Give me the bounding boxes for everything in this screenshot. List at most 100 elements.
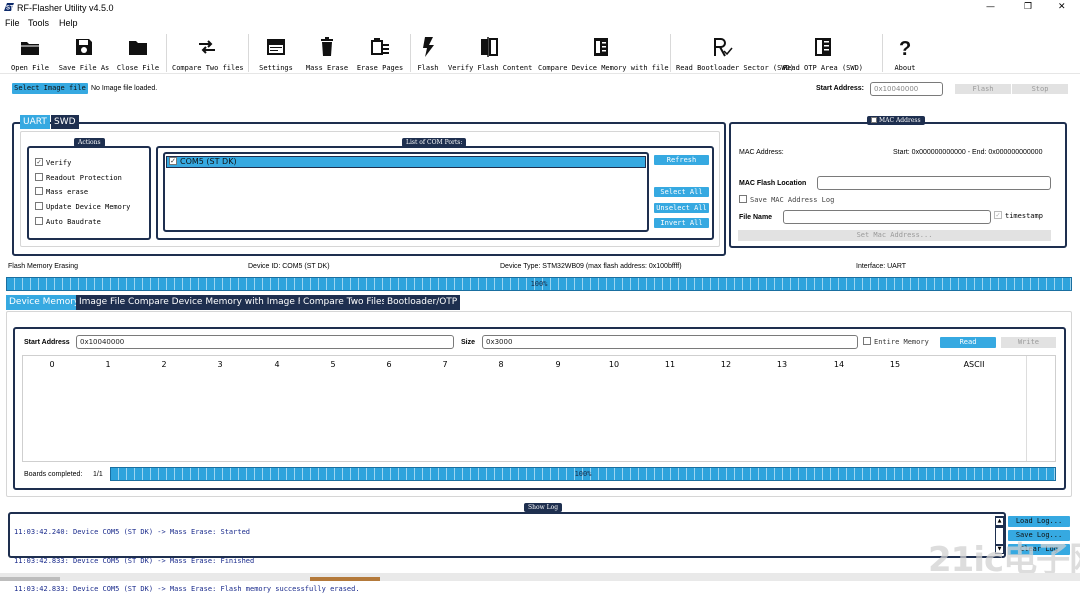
- checkbox-icon[interactable]: [863, 337, 871, 345]
- read-otp-area-button[interactable]: Read OTP Area (SWD): [770, 34, 876, 72]
- window-title: RF-Flasher Utility v4.5.0: [17, 3, 114, 13]
- menu-help[interactable]: Help: [59, 18, 78, 28]
- menu-tools[interactable]: Tools: [28, 18, 49, 28]
- boards-completed-value: 1/1: [93, 471, 103, 478]
- checkbox-icon[interactable]: ✓: [169, 156, 177, 165]
- read-otp-icon: [815, 38, 831, 56]
- hex-column-header: 6: [386, 360, 392, 369]
- read-bootloader-icon: [714, 38, 733, 57]
- erase-pages-button[interactable]: Erase Pages: [356, 34, 404, 72]
- hex-column-header: 10: [608, 360, 620, 369]
- checkbox-icon[interactable]: ✓: [35, 158, 43, 166]
- action-update-device-memory[interactable]: Update Device Memory: [35, 200, 130, 215]
- action-auto-baudrate[interactable]: Auto Baudrate: [35, 215, 130, 230]
- read-bootloader-sector-button[interactable]: Read Bootloader Sector (SWD): [676, 34, 794, 72]
- memory-hex-table: [22, 355, 1056, 462]
- interface-status: Interface: UART: [856, 263, 907, 270]
- main-tab-bar: Device Memory Image File Compare Device …: [6, 295, 1072, 311]
- mass-erase-button[interactable]: Mass Erase: [304, 34, 350, 72]
- read-button[interactable]: Read: [940, 337, 996, 348]
- maximize-button[interactable]: ❐: [1024, 2, 1032, 12]
- action-readout-protection[interactable]: Readout Protection: [35, 171, 130, 186]
- scroll-up-icon[interactable]: ▲: [996, 518, 1003, 525]
- checkbox-icon[interactable]: ✓: [994, 211, 1002, 219]
- action-mass-erase[interactable]: Mass erase: [35, 185, 130, 200]
- compare-device-memory-button[interactable]: Compare Device Memory with file: [538, 34, 669, 72]
- log-lines: 11:03:42.240: Device COM5 (ST DK) -> Mas…: [14, 513, 360, 604]
- checkbox-icon[interactable]: [35, 216, 43, 225]
- hex-column-header: 4: [274, 360, 280, 369]
- compare-two-files-button[interactable]: Compare Two files: [172, 34, 244, 72]
- tab-image-file[interactable]: Image File: [76, 295, 129, 310]
- file-name-label: File Name: [739, 214, 773, 221]
- hex-column-header: 7: [442, 360, 448, 369]
- set-mac-address-button[interactable]: Set Mac Address...: [738, 230, 1051, 241]
- device-id: Device ID: COM5 (ST DK): [248, 263, 330, 270]
- write-button[interactable]: Write: [1001, 337, 1056, 348]
- tab-device-memory[interactable]: Device Memory: [6, 295, 83, 310]
- checkbox-icon[interactable]: [35, 172, 43, 181]
- actions-list: ✓ Verify Readout Protection Mass erase Up…: [35, 156, 130, 230]
- start-address-input[interactable]: 0x10040000: [870, 82, 943, 96]
- save-icon: [76, 39, 92, 55]
- checkbox-icon[interactable]: [35, 202, 43, 211]
- settings-icon: [267, 39, 285, 55]
- load-log-button[interactable]: Load Log...: [1008, 516, 1070, 527]
- flash-button[interactable]: Flash: [414, 34, 442, 72]
- tab-compare-device-image[interactable]: Compare Device Memory with Image File: [125, 295, 316, 310]
- file-name-input[interactable]: [783, 210, 991, 224]
- timestamp-checkbox[interactable]: ✓ timestamp: [994, 211, 1043, 220]
- open-file-button[interactable]: Open File: [8, 34, 52, 72]
- com-port-item[interactable]: ✓ COM5 (ST DK): [166, 156, 646, 168]
- unselect-all-button[interactable]: Unselect All: [654, 203, 709, 213]
- operation-status: Flash Memory Erasing: [8, 263, 79, 270]
- taskbar-fragment: [0, 577, 60, 581]
- trash-icon: [321, 37, 333, 56]
- menu-file[interactable]: File: [5, 18, 20, 28]
- mac-flash-location-input[interactable]: [817, 176, 1051, 190]
- tab-uart[interactable]: UART: [20, 115, 50, 129]
- tab-swd[interactable]: SWD: [51, 115, 79, 129]
- tab-bootloader-otp[interactable]: Bootloader/OTP: [384, 295, 461, 310]
- minimize-button[interactable]: —: [986, 2, 995, 12]
- select-all-button[interactable]: Select All: [654, 187, 709, 197]
- action-verify[interactable]: ✓ Verify: [35, 156, 130, 171]
- hex-column-header: 14: [833, 360, 845, 369]
- checkbox-icon[interactable]: [871, 116, 877, 123]
- checkbox-icon[interactable]: [739, 195, 747, 203]
- st-logo-icon: ST: [4, 3, 14, 11]
- save-file-as-button[interactable]: Save File As: [58, 34, 110, 72]
- dm-start-address-input[interactable]: 0x10040000: [76, 335, 454, 349]
- dm-size-input[interactable]: 0x3000: [482, 335, 858, 349]
- hex-column-header: 5: [330, 360, 336, 369]
- about-button[interactable]: ? About: [890, 34, 920, 72]
- tab-compare-two-files[interactable]: Compare Two Files: [300, 295, 390, 310]
- refresh-button[interactable]: Refresh: [654, 155, 709, 165]
- start-address-label: Start Address:: [816, 85, 864, 92]
- svg-text:?: ?: [899, 38, 911, 58]
- invert-all-button[interactable]: Invert All: [654, 218, 709, 228]
- log-line: 11:03:42.833: Device COM5 (ST DK) -> Mas…: [14, 556, 255, 565]
- folder-icon: [21, 42, 39, 55]
- log-line: 11:03:42.240: Device COM5 (ST DK) -> Mas…: [14, 528, 251, 536]
- device-type: Device Type: STM32WB09 (max flash addres…: [500, 263, 682, 270]
- checkbox-icon[interactable]: [35, 187, 43, 196]
- hex-column-header: 9: [555, 360, 561, 369]
- flash-start-button[interactable]: Flash: [955, 84, 1011, 94]
- stop-button[interactable]: Stop: [1012, 84, 1068, 94]
- boards-completed-label: Boards completed:: [24, 471, 83, 478]
- verify-flash-content-button[interactable]: Verify Flash Content: [448, 34, 532, 72]
- select-image-file-button[interactable]: Select Image file: [12, 83, 88, 94]
- mac-address-caption: MAC Address: [867, 116, 925, 125]
- entire-memory-checkbox[interactable]: Entire Memory: [863, 337, 929, 346]
- compare-device-icon: [594, 38, 608, 56]
- compare-icon: [199, 40, 215, 54]
- show-log-caption[interactable]: Show Log: [524, 503, 563, 512]
- save-mac-log-checkbox[interactable]: Save MAC Address Log: [739, 195, 834, 204]
- dm-size-label: Size: [461, 339, 476, 346]
- settings-button[interactable]: Settings: [256, 34, 296, 72]
- close-file-button[interactable]: Close File: [116, 34, 160, 72]
- close-window-button[interactable]: ✕: [1058, 2, 1066, 12]
- erase-pages-icon: [371, 38, 389, 55]
- hex-column-header: 12: [720, 360, 732, 369]
